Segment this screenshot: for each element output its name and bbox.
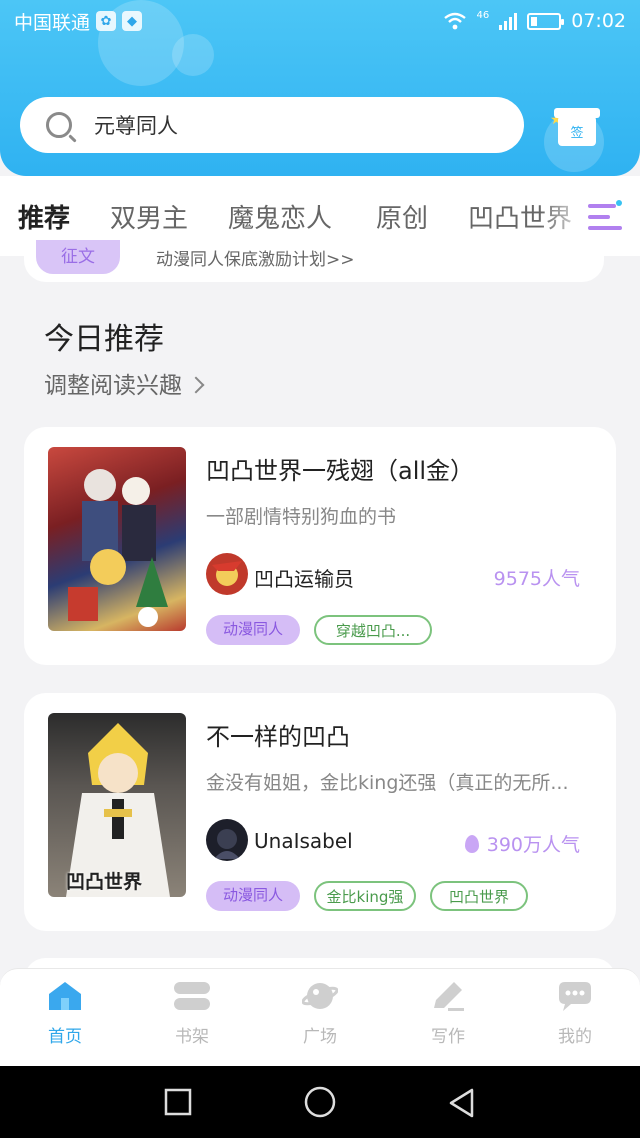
home-icon (47, 980, 83, 1012)
signal-icon (499, 12, 518, 30)
search-bar[interactable]: 元尊同人 (20, 97, 524, 153)
home-button[interactable] (304, 1086, 336, 1122)
nav-bookshelf-label: 书架 (175, 1027, 209, 1047)
nav-bookshelf[interactable]: 书架 (152, 980, 232, 1047)
tag-chip[interactable]: 金比king强 (314, 881, 416, 911)
search-icon (46, 112, 72, 138)
tab-diabolik-lovers[interactable]: 魔鬼恋人 (228, 198, 332, 235)
status-bar: 中国联通 ✿ ◆ 46 07:02 (0, 0, 640, 42)
battery-icon (527, 12, 565, 30)
book-cover (48, 447, 186, 631)
contest-banner[interactable]: 征文 动漫同人保底激励计划>> (24, 240, 604, 282)
tabs-fade (540, 190, 590, 240)
book-cover: 凹凸世界 (48, 713, 186, 897)
tab-recommend[interactable]: 推荐 (18, 198, 70, 235)
bookshelf-icon (174, 980, 210, 1012)
popularity-count: 9575人气 (493, 568, 580, 590)
book-card[interactable]: 凹凸世界 不一样的凹凸 金没有姐姐，金比king还强（真正的无所... UnaI… (24, 693, 616, 931)
flame-icon (464, 835, 479, 853)
author-name: 凹凸运输员 (254, 567, 354, 591)
network-type: 46 (476, 9, 490, 21)
nav-square[interactable]: 广场 (280, 980, 360, 1047)
book-title: 凹凸世界一残翅（all金） (206, 457, 475, 485)
chevron-right-icon (187, 376, 205, 394)
avatar (206, 819, 248, 861)
cover-title: 凹凸世界 (66, 871, 143, 893)
section-title: 今日推荐 (44, 322, 164, 357)
contest-badge: 征文 (36, 240, 120, 274)
back-button[interactable] (448, 1088, 476, 1122)
book-description: 一部剧情特别狗血的书 (206, 506, 397, 528)
popularity-count: 390万人气 (464, 830, 580, 857)
wifi-icon (443, 12, 466, 30)
tag-chip[interactable]: 凹凸世界 (430, 881, 528, 911)
shield-app-icon: ◆ (122, 11, 143, 31)
carrier-label: 中国联通 (14, 11, 91, 34)
recent-apps-button[interactable] (164, 1088, 192, 1120)
nav-me-label: 我的 (558, 1027, 592, 1047)
planet-icon (301, 980, 339, 1012)
checkin-label: 签 (558, 116, 596, 146)
clock: 07:02 (571, 10, 626, 32)
pen-icon (430, 980, 466, 1012)
checkin-button[interactable]: ★ 签 (548, 100, 604, 160)
tab-double-male[interactable]: 双男主 (110, 198, 188, 235)
category-menu-icon[interactable] (588, 200, 622, 232)
author-name: UnaIsabel (254, 829, 353, 853)
tag-chip[interactable]: 动漫同人 (206, 881, 300, 911)
book-description: 金没有姐姐，金比king还强（真正的无所... (206, 772, 569, 794)
nav-home-label: 首页 (48, 1027, 82, 1047)
nav-square-label: 广场 (303, 1027, 337, 1047)
nav-write[interactable]: 写作 (408, 980, 488, 1047)
nav-home[interactable]: 首页 (25, 980, 105, 1047)
adjust-interests-label: 调整阅读兴趣 (44, 373, 182, 399)
book-title: 不一样的凹凸 (206, 723, 350, 751)
banner-text: 动漫同人保底激励计划>> (156, 250, 355, 270)
tag-chip[interactable]: 动漫同人 (206, 615, 300, 645)
tab-original[interactable]: 原创 (376, 198, 428, 235)
search-placeholder: 元尊同人 (94, 114, 178, 138)
paw-app-icon: ✿ (96, 11, 117, 31)
popularity-label: 390万人气 (486, 834, 580, 856)
chat-bubble-icon (557, 980, 593, 1012)
adjust-interests-link[interactable]: 调整阅读兴趣 (44, 366, 205, 400)
nav-me[interactable]: 我的 (535, 980, 615, 1047)
nav-write-label: 写作 (431, 1027, 465, 1047)
book-card[interactable]: 凹凸世界一残翅（all金） 一部剧情特别狗血的书 凹凸运输员 9575人气 动漫… (24, 427, 616, 665)
avatar (206, 553, 248, 595)
tag-chip[interactable]: 穿越凹凸... (314, 615, 432, 645)
